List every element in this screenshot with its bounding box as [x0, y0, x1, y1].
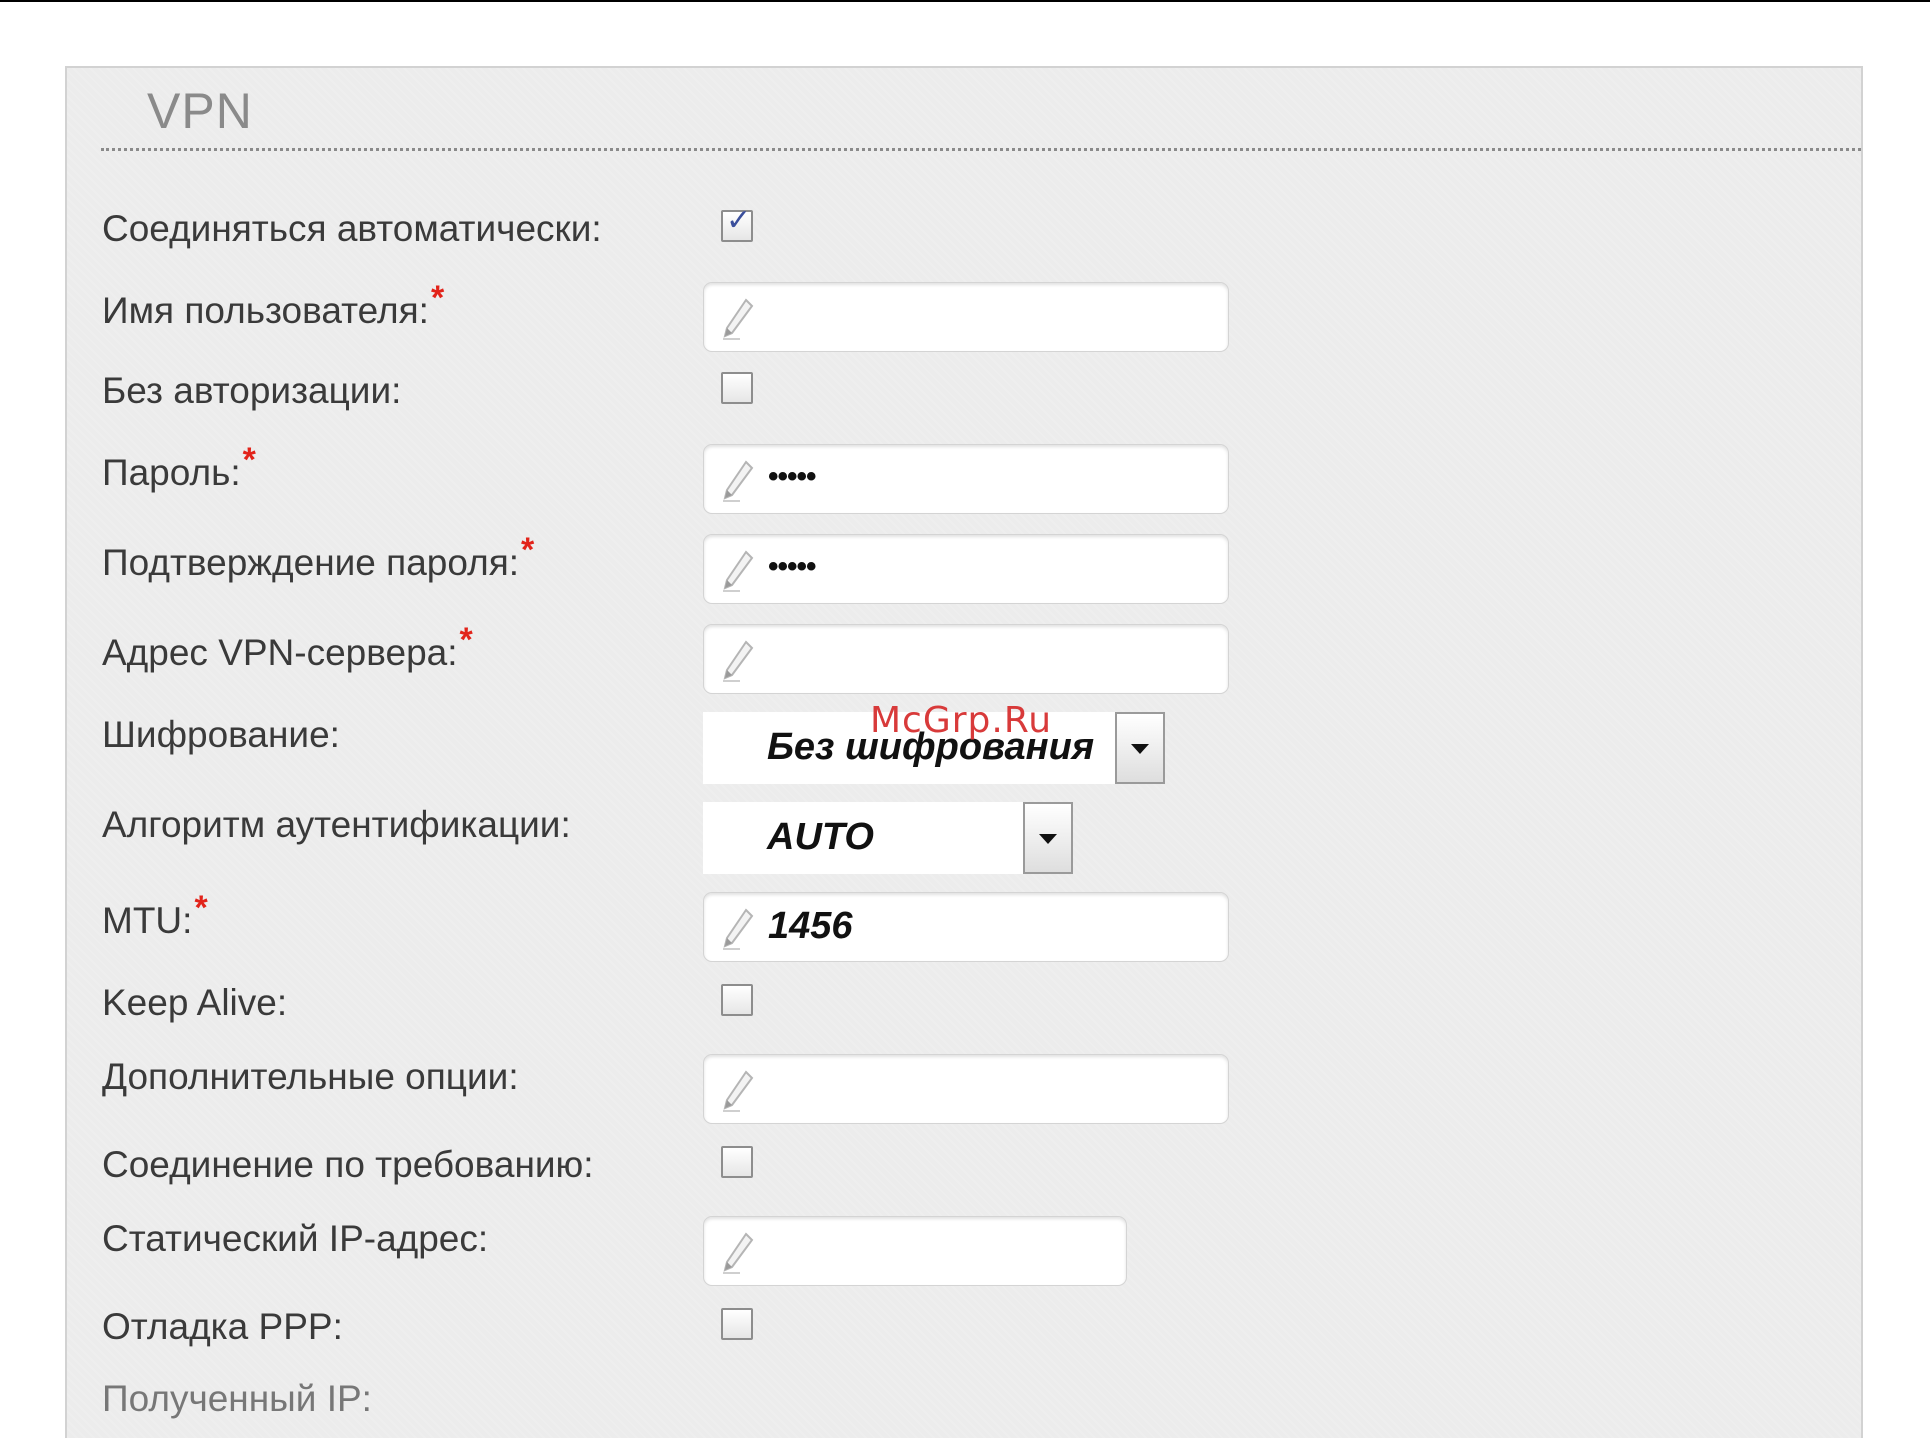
password-confirm-value: ••••• [768, 550, 817, 583]
username-input[interactable] [703, 282, 1229, 352]
pencil-icon [723, 298, 754, 340]
vpn-server-input[interactable] [703, 624, 1229, 694]
connect-auto-checkbox[interactable]: ✓ [721, 206, 753, 242]
ppp-debug-checkbox[interactable] [721, 1308, 753, 1340]
encryption-label: Шифрование: [102, 714, 340, 755]
username-label: Имя пользователя:* [102, 279, 445, 331]
required-marker: * [459, 621, 473, 659]
pencil-icon [723, 640, 754, 682]
top-border [0, 0, 1930, 2]
auth-algorithm-select[interactable]: AUTO [703, 802, 1073, 874]
password-value: ••••• [768, 460, 817, 493]
checkmark-icon: ✓ [726, 204, 752, 237]
chevron-down-icon [1131, 744, 1149, 754]
pencil-icon [723, 1070, 754, 1112]
auth-algorithm-label: Алгоритм аутентификации: [102, 804, 571, 845]
mtu-input[interactable]: 1456 [703, 892, 1229, 962]
pencil-icon [723, 1232, 754, 1274]
vpn-server-label: Адрес VPN-сервера:* [102, 621, 473, 673]
auth-algorithm-dropdown-button[interactable] [1023, 802, 1073, 874]
encryption-dropdown-button[interactable] [1115, 712, 1165, 784]
pencil-icon [723, 460, 754, 502]
on-demand-label: Соединение по требованию: [102, 1144, 594, 1185]
keep-alive-label: Keep Alive: [102, 982, 288, 1023]
received-ip-label: Полученный IP: [102, 1378, 372, 1419]
password-input[interactable]: ••••• [703, 444, 1229, 514]
required-marker: * [194, 889, 208, 927]
watermark: McGrp.Ru [870, 700, 1053, 741]
required-marker: * [430, 279, 445, 317]
password-confirm-input[interactable]: ••••• [703, 534, 1229, 604]
static-ip-label: Статический IP-адрес: [102, 1218, 489, 1259]
auth-algorithm-value: AUTO [767, 816, 874, 858]
title-separator [101, 148, 1861, 151]
extra-options-input[interactable] [703, 1054, 1229, 1124]
pencil-icon [723, 908, 754, 950]
required-marker: * [242, 441, 256, 479]
panel-title: VPN [147, 83, 253, 139]
mtu-value: 1456 [768, 905, 853, 947]
extra-options-label: Дополнительные опции: [102, 1056, 519, 1097]
ppp-debug-label: Отладка PPP: [102, 1306, 343, 1347]
password-confirm-label: Подтверждение пароля:* [102, 531, 535, 583]
mtu-label: MTU:* [102, 889, 208, 941]
pencil-icon [723, 550, 754, 592]
chevron-down-icon [1039, 834, 1057, 844]
required-marker: * [521, 531, 535, 569]
no-auth-checkbox[interactable] [721, 372, 753, 404]
vpn-settings-panel: VPN Соединяться автоматически: ✓ Имя пол… [65, 66, 1863, 1438]
connect-auto-label: Соединяться автоматически: [102, 208, 602, 249]
password-label: Пароль:* [102, 441, 256, 493]
no-auth-label: Без авторизации: [102, 370, 402, 411]
on-demand-checkbox[interactable] [721, 1146, 753, 1178]
static-ip-input[interactable] [703, 1216, 1127, 1286]
keep-alive-checkbox[interactable] [721, 984, 753, 1016]
